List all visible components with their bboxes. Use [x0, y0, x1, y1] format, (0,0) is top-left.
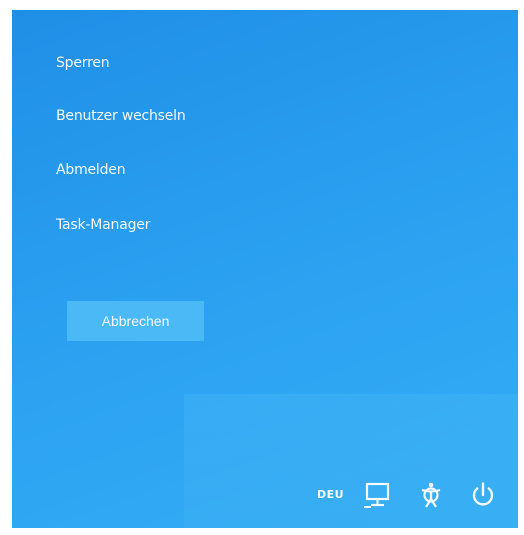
power-icon[interactable] [468, 480, 498, 510]
menu-item-sign-out[interactable]: Abmelden [56, 162, 126, 178]
menu-item-lock[interactable]: Sperren [56, 55, 110, 71]
ease-of-access-icon[interactable] [416, 480, 446, 510]
network-icon[interactable] [362, 480, 392, 510]
security-options-screen: Sperren Benutzer wechseln Abmelden Task-… [12, 10, 518, 528]
language-indicator[interactable]: DEU [317, 488, 344, 501]
menu-item-task-manager[interactable]: Task-Manager [56, 217, 150, 233]
cancel-button[interactable]: Abbrechen [67, 301, 204, 341]
menu-item-switch-user[interactable]: Benutzer wechseln [56, 108, 186, 124]
